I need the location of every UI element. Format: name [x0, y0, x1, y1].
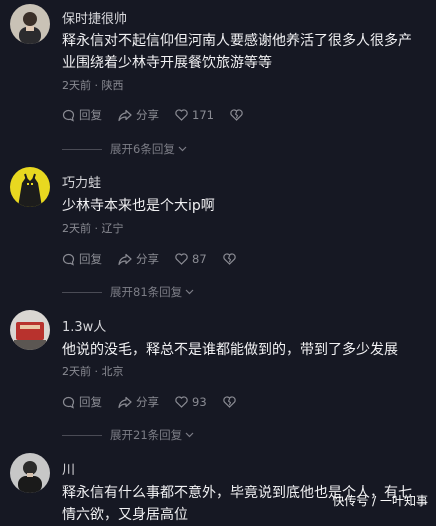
expand-replies-button[interactable]: 展开21条回复 — [62, 427, 194, 443]
avatar[interactable] — [10, 310, 50, 350]
comment-text: 他说的没毛，释总不是谁都能做到的，带到了多少发展 — [62, 342, 398, 358]
chevron-down-icon — [178, 146, 187, 152]
share-button[interactable]: 分享 — [118, 394, 159, 410]
reply-button[interactable]: 回复 — [62, 394, 102, 410]
reply-bubble-icon — [62, 253, 75, 266]
comment-username[interactable]: 1.3w人 — [62, 316, 106, 335]
reply-label: 回复 — [79, 395, 102, 409]
reply-label: 回复 — [79, 108, 102, 122]
reply-button[interactable]: 回复 — [62, 251, 102, 267]
comment-meta: 2天前 · 北京 — [62, 365, 124, 378]
expand-replies-label: 展开81条回复 — [110, 285, 183, 299]
heart-icon — [175, 396, 188, 408]
comment-actions: 回复 分享 171 — [62, 107, 263, 123]
share-arrow-icon — [118, 253, 132, 265]
share-button[interactable]: 分享 — [118, 251, 159, 267]
chevron-down-icon — [185, 432, 194, 438]
expand-replies-button[interactable]: 展开6条回复 — [62, 141, 187, 157]
like-count: 171 — [192, 108, 214, 122]
broken-heart-icon — [230, 109, 243, 121]
expand-replies-button[interactable]: 展开81条回复 — [62, 284, 194, 300]
comment-actions: 回复 分享 93 — [62, 394, 256, 410]
divider-line — [62, 291, 102, 293]
broken-heart-icon — [222, 253, 236, 265]
reply-button[interactable]: 回复 — [62, 107, 102, 123]
comment-username[interactable]: 巧力蛙 — [62, 172, 101, 191]
reply-label: 回复 — [79, 252, 102, 266]
avatar[interactable] — [10, 453, 50, 493]
share-arrow-icon — [118, 109, 132, 121]
share-label: 分享 — [136, 395, 159, 409]
watermark: 快传号 / 一叶知事 — [332, 494, 428, 508]
divider-line — [62, 148, 102, 150]
comment-meta: 2天前 · 辽宁 — [62, 222, 124, 235]
dislike-button[interactable] — [222, 396, 240, 408]
heart-icon — [175, 109, 188, 121]
like-button[interactable]: 87 — [175, 252, 207, 266]
comment-text: 少林寺本来也是个大ip啊 — [62, 198, 215, 214]
comment-meta: 2天前 · 陕西 — [62, 79, 124, 92]
comment-actions: 回复 分享 87 — [62, 251, 256, 267]
expand-replies-label: 展开21条回复 — [110, 428, 183, 442]
broken-heart-icon — [222, 396, 236, 408]
share-label: 分享 — [136, 252, 159, 266]
chevron-down-icon — [185, 289, 194, 295]
share-button[interactable]: 分享 — [118, 107, 159, 123]
reply-bubble-icon — [62, 396, 75, 409]
comment-text: 释永信对不起信仰但河南人要感谢他养活了很多人很多产业围绕着少林寺开展餐饮旅游等等 — [62, 33, 412, 71]
divider-line — [62, 434, 102, 436]
comment-username[interactable]: 保时捷很帅 — [62, 8, 127, 27]
dislike-button[interactable] — [222, 253, 240, 265]
share-label: 分享 — [136, 108, 159, 122]
heart-icon — [175, 253, 188, 265]
like-count: 93 — [192, 395, 207, 409]
like-button[interactable]: 93 — [175, 395, 207, 409]
avatar[interactable] — [10, 167, 50, 207]
share-arrow-icon — [118, 396, 132, 408]
comment-username[interactable]: 川 — [62, 459, 75, 478]
like-button[interactable]: 171 — [175, 108, 214, 122]
reply-bubble-icon — [62, 109, 75, 122]
expand-replies-label: 展开6条回复 — [110, 142, 175, 156]
dislike-button[interactable] — [230, 109, 247, 121]
avatar[interactable] — [10, 4, 50, 44]
like-count: 87 — [192, 252, 207, 266]
